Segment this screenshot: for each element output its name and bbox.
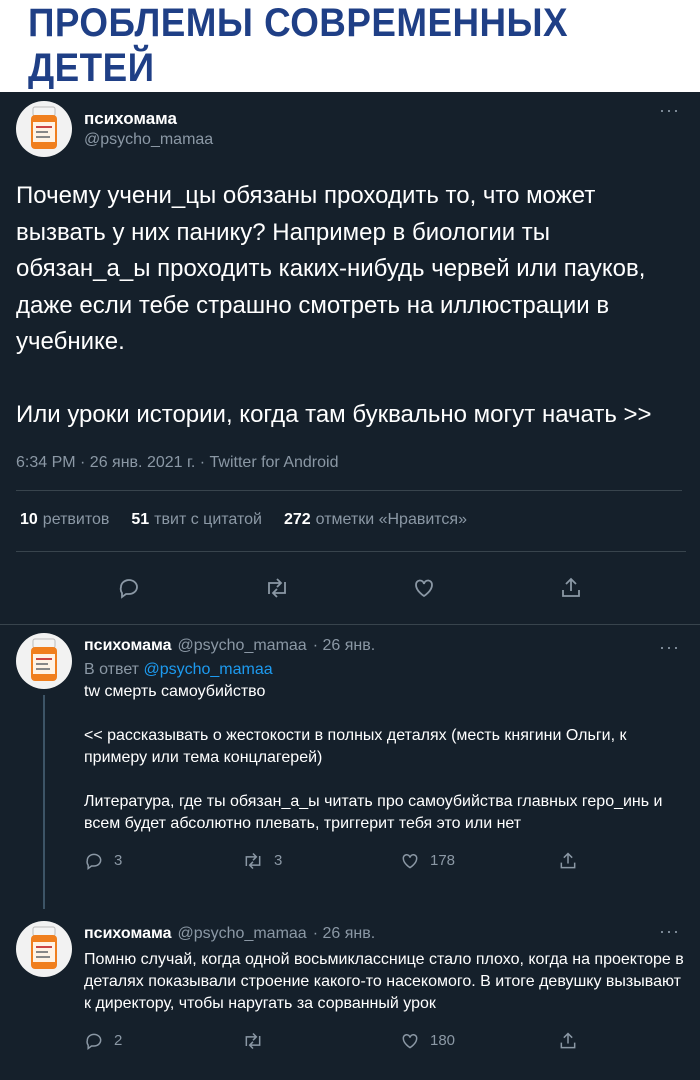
user-handle[interactable]: @psycho_mamaa [178, 637, 307, 655]
thread-line [43, 694, 45, 909]
reply-actions: 2 180 [84, 1023, 684, 1059]
reply-to-label: В ответ [84, 660, 140, 678]
retweet-action[interactable] [242, 1031, 400, 1051]
reply-text: Помню случай, когда одной восьмиклассниц… [84, 950, 684, 1012]
share-action[interactable] [558, 1031, 578, 1051]
likes-label: отметки «Нравится» [315, 510, 467, 528]
more-options-icon[interactable]: ··· [659, 921, 680, 942]
banner-title: ПРОБЛЕМЫ СОВРЕМЕННЫХ ДЕТЕЙ [28, 1, 569, 90]
like-icon[interactable] [412, 576, 436, 600]
pill-bottle-icon [31, 638, 57, 681]
reply-action[interactable]: 2 [84, 1031, 242, 1051]
reply-left-column [16, 920, 72, 1059]
reply-icon [86, 1033, 102, 1050]
reply-time[interactable]: · 26 янв. [313, 925, 375, 943]
retweet-count: 3 [274, 852, 283, 869]
like-icon [402, 853, 418, 869]
retweets-label: ретвитов [42, 510, 110, 528]
like-icon [402, 1033, 418, 1049]
like-action[interactable]: 178 [400, 851, 558, 871]
tweet-stats: 10 ретвитов 51 твит с цитатой 272 отметки «… [16, 491, 686, 552]
like-count: 180 [430, 1032, 456, 1049]
reply-icon [86, 853, 102, 870]
retweet-action[interactable]: 3 [242, 851, 400, 871]
user-info: психомама @psycho_mamaa [84, 109, 213, 149]
quotes-stat[interactable]: 51 твит с цитатой [131, 511, 262, 551]
reply-count: 2 [114, 1032, 123, 1049]
more-options-icon[interactable]: ··· [659, 637, 680, 658]
retweet-icon [245, 852, 261, 869]
user-name[interactable]: психомама [84, 109, 213, 129]
main-tweet: психомама @psycho_mamaa ··· Почему учени… [0, 92, 700, 624]
pill-bottle-icon [31, 926, 57, 969]
reply-text: tw смерть самоубийство << рассказывать о… [84, 682, 663, 832]
share-action[interactable] [558, 851, 578, 871]
tweet-meta[interactable]: 6:34 PM · 26 янв. 2021 г. · Twitter for … [16, 454, 682, 491]
avatar[interactable] [16, 101, 72, 157]
share-icon[interactable] [559, 576, 583, 600]
header-banner: ПРОБЛЕМЫ СОВРЕМЕННЫХ ДЕТЕЙ [0, 0, 700, 92]
tweet-header: психомама @psycho_mamaa [16, 92, 684, 158]
quotes-label: твит с цитатой [154, 510, 262, 528]
reply-header: психомама @psycho_mamaa · 26 янв. [84, 925, 684, 943]
retweets-count: 10 [20, 510, 38, 528]
reply-actions: 3 3 178 [84, 843, 684, 879]
reply-body: психомама @psycho_mamaa · 26 янв. Помню … [84, 921, 684, 1059]
tweet-actions [16, 552, 684, 624]
retweets-stat[interactable]: 10 ретвитов [20, 511, 109, 551]
user-handle[interactable]: @psycho_mamaa [178, 925, 307, 943]
share-icon [560, 1031, 576, 1048]
reply-icon[interactable] [117, 576, 141, 600]
reply-body: психомама @psycho_mamaa · 26 янв. В отве… [84, 633, 684, 909]
reply-tweet-2[interactable]: психомама @psycho_mamaa · 26 янв. Помню … [0, 909, 700, 1059]
user-name[interactable]: психомама [84, 925, 172, 943]
reply-header: психомама @psycho_mamaa · 26 янв. [84, 637, 684, 655]
reply-tweet-1[interactable]: психомама @psycho_mamaa · 26 янв. В отве… [0, 625, 700, 909]
likes-stat[interactable]: 272 отметки «Нравится» [284, 511, 467, 551]
more-options-icon[interactable]: ··· [659, 100, 680, 121]
likes-count: 272 [283, 510, 311, 528]
reply-action[interactable]: 3 [84, 851, 242, 871]
tweet-text: Почему учени_цы обязаны проходить то, чт… [16, 182, 652, 428]
reply-to-handle[interactable]: @psycho_mamaa [143, 661, 272, 678]
like-action[interactable]: 180 [400, 1031, 558, 1051]
retweet-icon[interactable] [264, 576, 290, 600]
reply-time[interactable]: · 26 янв. [313, 637, 375, 655]
avatar[interactable] [16, 920, 72, 977]
retweet-icon [245, 1032, 261, 1049]
share-icon [560, 851, 576, 868]
reply-count: 3 [114, 852, 123, 869]
reply-to: В ответ @psycho_mamaa [84, 661, 684, 679]
pill-bottle-icon [31, 106, 57, 149]
user-handle[interactable]: @psycho_mamaa [84, 131, 213, 149]
like-count: 178 [430, 852, 456, 869]
reply-left-column [16, 632, 72, 909]
user-name[interactable]: психомама [84, 637, 172, 655]
quotes-count: 51 [131, 510, 150, 528]
avatar[interactable] [16, 632, 72, 689]
